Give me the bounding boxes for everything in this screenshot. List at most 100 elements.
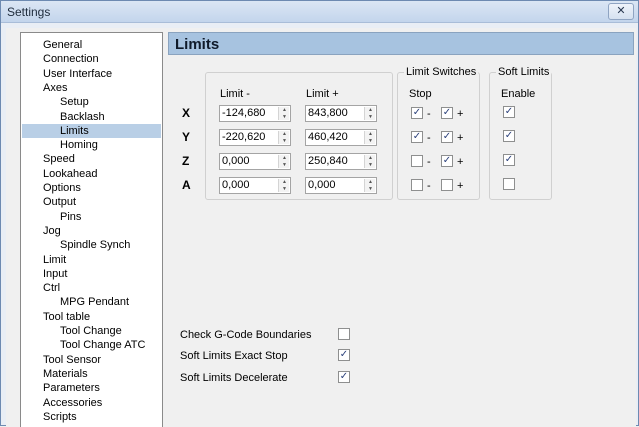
axis-label-a: A — [182, 178, 191, 192]
tree-item-limits[interactable]: Limits — [22, 123, 161, 138]
option-checkbox-soft-limits-decelerate[interactable]: ✓ — [338, 371, 350, 383]
option-checkbox-check-g-code-boundaries[interactable] — [338, 328, 350, 340]
spin-up-icon[interactable]: ▲ — [365, 155, 376, 161]
soft-limits-label: Soft Limits — [496, 66, 552, 78]
spin-down-icon[interactable]: ▼ — [279, 162, 290, 168]
spin-down-icon[interactable]: ▼ — [365, 162, 376, 168]
option-label-1: Soft Limits Exact Stop — [180, 350, 288, 362]
spin-down-icon[interactable]: ▼ — [279, 114, 290, 120]
spin-up-icon[interactable]: ▲ — [279, 131, 290, 137]
limit-plus-x[interactable]: 843,800 ▲ ▼ — [305, 105, 377, 122]
tree-item-parameters[interactable]: Parameters — [43, 381, 100, 395]
limit-minus-x[interactable]: -124,680 ▲ ▼ — [219, 105, 291, 122]
page-header: Limits — [168, 32, 634, 55]
tree-item-tool-table[interactable]: Tool table — [43, 310, 90, 324]
tree-item-speed[interactable]: Speed — [43, 152, 75, 166]
tree-item-options[interactable]: Options — [43, 181, 81, 195]
limit-plus-a-value: 0,000 — [308, 179, 336, 191]
limit-minus-y-arrows[interactable]: ▲ ▼ — [278, 131, 289, 144]
limit-minus-a[interactable]: 0,000 ▲ ▼ — [219, 177, 291, 194]
spin-up-icon[interactable]: ▲ — [279, 107, 290, 113]
stop-plus-checkbox-z[interactable]: ✓ — [441, 155, 453, 167]
tree-item-jog[interactable]: Jog — [43, 224, 61, 238]
option-checkbox-soft-limits-exact-stop[interactable]: ✓ — [338, 349, 350, 361]
limit-plus-y-arrows[interactable]: ▲ ▼ — [364, 131, 375, 144]
dialog-body: General Connection User Interface Axes Setup… — [6, 28, 636, 427]
close-button[interactable]: ✕ — [608, 3, 634, 20]
limit-minus-y[interactable]: -220,620 ▲ ▼ — [219, 129, 291, 146]
tree-item-materials[interactable]: Materials — [43, 367, 88, 381]
spin-down-icon[interactable]: ▼ — [365, 138, 376, 144]
tree-item-lookahead[interactable]: Lookahead — [43, 167, 97, 181]
tree-item-pins[interactable]: Pins — [60, 210, 81, 224]
stop-minus-checkbox-y[interactable]: ✓ — [411, 131, 423, 143]
tree-item-tool-change[interactable]: Tool Change — [60, 324, 122, 338]
spin-up-icon[interactable]: ▲ — [365, 131, 376, 137]
stop-plus-checkbox-x[interactable]: ✓ — [441, 107, 453, 119]
title-bar: Settings ✕ — [1, 1, 638, 23]
stop-minus-checkbox-a[interactable] — [411, 179, 423, 191]
settings-tree[interactable]: General Connection User Interface Axes Setup… — [20, 32, 163, 427]
limit-plus-z-arrows[interactable]: ▲ ▼ — [364, 155, 375, 168]
spin-down-icon[interactable]: ▼ — [279, 186, 290, 192]
limit-plus-x-value: 843,800 — [308, 107, 348, 119]
tree-item-scripts[interactable]: Scripts — [43, 410, 77, 424]
spin-down-icon[interactable]: ▼ — [279, 138, 290, 144]
spin-up-icon[interactable]: ▲ — [279, 155, 290, 161]
limit-minus-a-arrows[interactable]: ▲ ▼ — [278, 179, 289, 192]
stop-plus-checkbox-y[interactable]: ✓ — [441, 131, 453, 143]
tree-item-axes[interactable]: Axes — [43, 81, 67, 95]
plus-sign: + — [457, 108, 464, 120]
window-title: Settings — [7, 5, 51, 19]
option-label-2: Soft Limits Decelerate — [180, 372, 288, 384]
tree-item-accessories[interactable]: Accessories — [43, 396, 102, 410]
limit-plus-y[interactable]: 460,420 ▲ ▼ — [305, 129, 377, 146]
axis-label-x: X — [182, 106, 191, 120]
limit-plus-a-arrows[interactable]: ▲ ▼ — [364, 179, 375, 192]
soft-enable-checkbox-a[interactable] — [503, 178, 515, 190]
settings-window: Settings ✕ General Connection User Interfa… — [0, 0, 639, 427]
soft-enable-checkbox-x[interactable]: ✓ — [503, 106, 515, 118]
limit-minus-y-value: -220,620 — [222, 131, 266, 143]
limit-minus-x-arrows[interactable]: ▲ ▼ — [278, 107, 289, 120]
tree-item-ctrl[interactable]: Ctrl — [43, 281, 60, 295]
minus-sign: - — [427, 108, 431, 120]
minus-sign: - — [427, 132, 431, 144]
spin-up-icon[interactable]: ▲ — [279, 179, 290, 185]
spin-down-icon[interactable]: ▼ — [365, 114, 376, 120]
tree-item-setup[interactable]: Setup — [60, 95, 89, 109]
spin-up-icon[interactable]: ▲ — [365, 107, 376, 113]
limit-minus-z[interactable]: 0,000 ▲ ▼ — [219, 153, 291, 170]
tree-item-user-interface[interactable]: User Interface — [43, 67, 112, 81]
tree-item-backlash[interactable]: Backlash — [60, 110, 105, 124]
tree-item-input[interactable]: Input — [43, 267, 67, 281]
tree-item-tool-sensor[interactable]: Tool Sensor — [43, 353, 101, 367]
tree-item-general[interactable]: General — [43, 38, 82, 52]
tree-item-tool-change-atc[interactable]: Tool Change ATC — [60, 338, 145, 352]
tree-item-output[interactable]: Output — [43, 195, 76, 209]
limit-plus-a[interactable]: 0,000 ▲ ▼ — [305, 177, 377, 194]
tree-item-mpg-pendant[interactable]: MPG Pendant — [60, 295, 129, 309]
option-label-0: Check G-Code Boundaries — [180, 329, 312, 341]
soft-enable-checkbox-z[interactable]: ✓ — [503, 154, 515, 166]
stop-minus-checkbox-z[interactable] — [411, 155, 423, 167]
limit-minus-z-value: 0,000 — [222, 155, 250, 167]
enable-header: Enable — [501, 88, 536, 100]
limit-minus-z-arrows[interactable]: ▲ ▼ — [278, 155, 289, 168]
tree-item-spindle-synch[interactable]: Spindle Synch — [60, 238, 130, 252]
stop-header: Stop — [409, 88, 432, 100]
stop-minus-checkbox-x[interactable]: ✓ — [411, 107, 423, 119]
limit-minus-a-value: 0,000 — [222, 179, 250, 191]
limit-plus-x-arrows[interactable]: ▲ ▼ — [364, 107, 375, 120]
spin-up-icon[interactable]: ▲ — [365, 179, 376, 185]
tree-item-limit[interactable]: Limit — [43, 253, 66, 267]
limit-plus-z-value: 250,840 — [308, 155, 348, 167]
tree-item-homing[interactable]: Homing — [60, 138, 98, 152]
soft-enable-checkbox-y[interactable]: ✓ — [503, 130, 515, 142]
minus-sign: - — [427, 156, 431, 168]
page-title: Limits — [175, 36, 220, 53]
limit-plus-z[interactable]: 250,840 ▲ ▼ — [305, 153, 377, 170]
stop-plus-checkbox-a[interactable] — [441, 179, 453, 191]
spin-down-icon[interactable]: ▼ — [365, 186, 376, 192]
tree-item-connection[interactable]: Connection — [43, 52, 99, 66]
